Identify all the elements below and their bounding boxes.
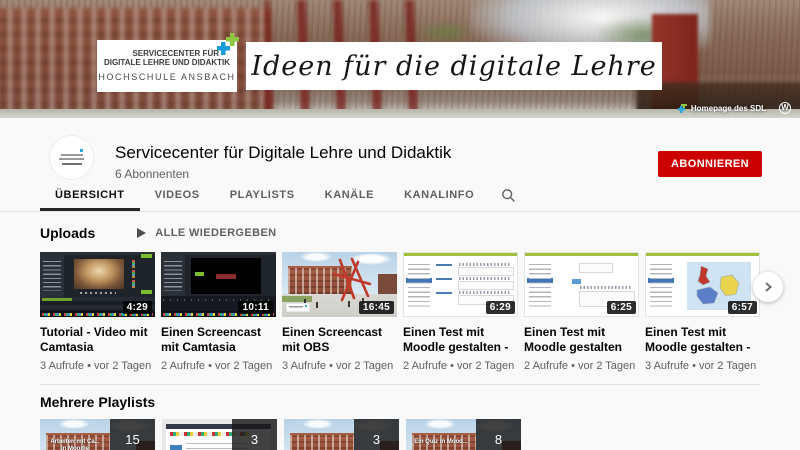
video-thumbnail-moodle-map[interactable]: 6:57 (645, 252, 760, 317)
subscribe-button[interactable]: ABONNIEREN (658, 151, 762, 177)
banner-art-foliage (415, 20, 475, 44)
playlist-item[interactable]: Ein Quiz in Mood... 8 (406, 419, 521, 450)
channel-content: Uploads ALLE WIEDERGEBEN 4:29 Tutorial -… (0, 212, 800, 450)
chevron-right-icon (763, 281, 773, 293)
tab-kanaele[interactable]: KANÄLE (310, 181, 389, 211)
playlist-count-overlay: 3 (232, 419, 277, 450)
channel-header: Servicecenter für Digitale Lehre und Did… (0, 118, 800, 212)
video-meta: 2 Aufrufe • vor 2 Tagen (161, 360, 276, 372)
playlist-thumb-text: Arbeiten mit Ca... in Moodle (42, 439, 108, 450)
channel-search-button[interactable] (489, 181, 528, 211)
playlist-count: 3 (373, 432, 380, 447)
uploads-video-row: 4:29 Tutorial - Video mit Camtasia kompr… (40, 252, 760, 372)
video-title[interactable]: Einen Screencast mit OBS aufzeichnen (282, 325, 397, 355)
video-card: 6:57 Einen Test mit Moodle gestalten - D… (645, 252, 760, 372)
video-thumbnail-moodle-form[interactable]: 6:25 (524, 252, 639, 317)
logo-line2: DIGITALE LEHRE UND DIDAKTIK (97, 58, 237, 68)
playlist-count: 15 (125, 432, 139, 447)
tab-playlists[interactable]: PLAYLISTS (215, 181, 310, 211)
video-thumbnail-camtasia-recorder[interactable]: 10:11 (161, 252, 276, 317)
search-icon (501, 188, 516, 203)
video-meta: 3 Aufrufe • vor 2 Tagen (40, 360, 155, 372)
playlist-item[interactable]: 3 (162, 419, 277, 450)
tab-videos[interactable]: VIDEOS (140, 181, 215, 211)
logo-line3: HOCHSCHULE ANSBACH (97, 70, 237, 84)
servicecenter-logo: SERVICECENTER FÜR DIGITALE LEHRE UND DID… (97, 40, 237, 92)
uploads-header: Uploads ALLE WIEDERGEBEN (40, 212, 760, 241)
video-thumbnail-moodle-form[interactable]: 6:29 (403, 252, 518, 317)
playlist-thumb-text-line: in Moodle (42, 446, 108, 450)
playlists-heading: Mehrere Playlists (40, 394, 760, 410)
video-title[interactable]: Einen Screencast mit Camtasia aufzeichne… (161, 325, 276, 355)
next-videos-button[interactable] (753, 272, 783, 302)
video-title[interactable]: Einen Test mit Moodle gestalten -... (524, 325, 639, 355)
subscriber-count: 6 Abonnenten (115, 167, 189, 181)
video-title[interactable]: Einen Test mit Moodle gestalten - Drag a… (645, 325, 760, 355)
duration-badge: 6:29 (486, 301, 515, 314)
video-card: 10:11 Einen Screencast mit Camtasia aufz… (161, 252, 276, 372)
video-card: 6:25 Einen Test mit Moodle gestalten -..… (524, 252, 639, 372)
banner-slogan: Ideen für die digitale Lehre (251, 51, 656, 82)
channel-tabs: ÜBERSICHT VIDEOS PLAYLISTS KANÄLE KANALI… (40, 181, 528, 211)
playlist-count-overlay: 8 (476, 419, 521, 450)
playlist-count-overlay: 3 (354, 419, 399, 450)
sdl-plus-icon (678, 104, 687, 113)
playlists-row: Arbeiten mit Ca... in Moodle 15 3 3 Ein … (40, 419, 760, 450)
playlist-item[interactable]: Arbeiten mit Ca... in Moodle 15 (40, 419, 155, 450)
tab-uebersicht[interactable]: ÜBERSICHT (40, 181, 140, 211)
video-thumbnail-campus[interactable]: 16:45 (282, 252, 397, 317)
tab-kanalinfo[interactable]: KANALINFO (389, 181, 489, 211)
video-meta: 2 Aufrufe • vor 2 Tagen (524, 360, 639, 372)
video-meta: 2 Aufrufe • vor 2 Tagen (403, 360, 518, 372)
playlist-item[interactable]: 3 (284, 419, 399, 450)
playlist-thumb-text: Ein Quiz in Mood... (408, 439, 474, 446)
video-title[interactable]: Tutorial - Video mit Camtasia komprimier… (40, 325, 155, 355)
playlist-count: 8 (495, 432, 502, 447)
playlist-thumb-text-line: Arbeiten mit Ca... (42, 439, 108, 446)
channel-avatar[interactable] (50, 136, 93, 179)
playlist-thumb-text-line: Ein Quiz in Mood... (408, 439, 474, 446)
homepage-sdl-link[interactable]: Homepage des SDL (678, 104, 766, 113)
thumbnail-logo-overlay (286, 303, 310, 312)
duration-badge: 6:57 (728, 301, 757, 314)
homepage-link-label: Homepage des SDL (691, 104, 766, 113)
video-card: 4:29 Tutorial - Video mit Camtasia kompr… (40, 252, 155, 372)
playlist-count-overlay: 15 (110, 419, 155, 450)
banner-slogan-box: Ideen für die digitale Lehre (246, 42, 662, 90)
video-thumbnail-camtasia-editor[interactable]: 4:29 (40, 252, 155, 317)
play-all-label: ALLE WIEDERGEBEN (155, 227, 276, 239)
video-meta: 3 Aufrufe • vor 2 Tagen (282, 360, 397, 372)
wordpress-icon[interactable] (779, 102, 791, 114)
duration-badge: 16:45 (359, 301, 394, 314)
duration-badge: 4:29 (123, 301, 152, 314)
uploads-heading: Uploads (40, 225, 95, 241)
playlist-count: 3 (251, 432, 258, 447)
section-divider (40, 384, 760, 385)
duration-badge: 10:11 (238, 301, 273, 314)
play-all-button[interactable]: ALLE WIEDERGEBEN (137, 227, 276, 239)
channel-title: Servicecenter für Digitale Lehre und Did… (115, 143, 451, 163)
play-icon (137, 228, 146, 238)
plus-green-icon (226, 33, 239, 46)
plus-logo-icon (217, 33, 239, 55)
video-card: 6:29 Einen Test mit Moodle gestalten - B… (403, 252, 518, 372)
video-card: 16:45 Einen Screencast mit OBS aufzeichn… (282, 252, 397, 372)
duration-badge: 6:25 (607, 301, 636, 314)
channel-banner: SERVICECENTER FÜR DIGITALE LEHRE UND DID… (0, 0, 800, 118)
video-meta: 3 Aufrufe • vor 2 Tagen (645, 360, 760, 372)
logo-line1: SERVICECENTER FÜR (97, 49, 237, 58)
video-title[interactable]: Einen Test mit Moodle gestalten - Berech… (403, 325, 518, 355)
